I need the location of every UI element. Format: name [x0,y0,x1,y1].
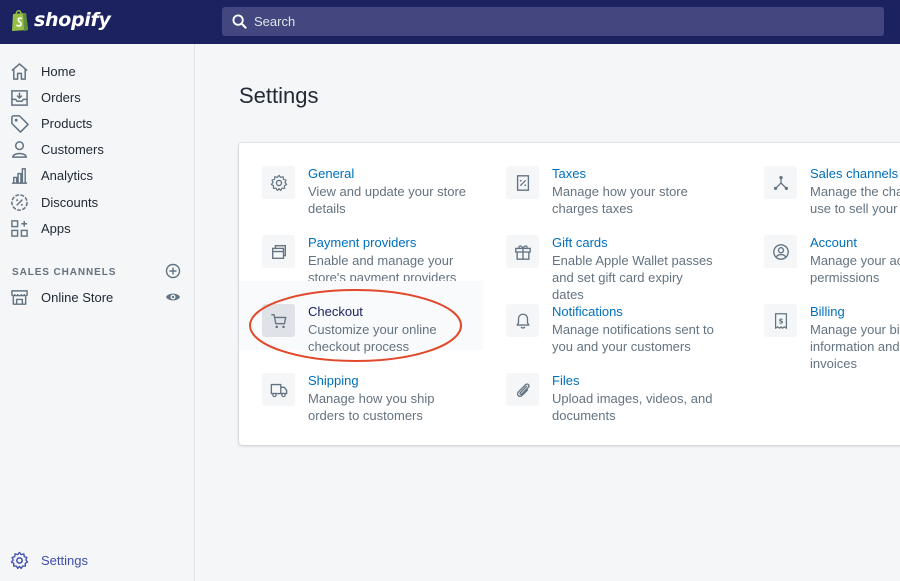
sales-channels-heading: SALES CHANNELS [12,267,117,278]
bell-icon [506,304,539,337]
settings-tile-sales-channels[interactable]: Sales channels Manage the channels you u… [741,143,900,216]
nav-item-settings[interactable]: Settings [0,547,195,573]
nav-item-orders[interactable]: Orders [0,84,195,110]
tile-title: Sales channels [810,166,899,181]
add-circle-icon[interactable] [165,263,181,279]
gear-icon [262,166,295,199]
person-icon [10,140,29,159]
tile-description: Manage your billing information and view… [810,322,900,371]
nav-item-products[interactable]: Products [0,110,195,136]
nav-label-products: Products [41,115,93,131]
nav-item-analytics[interactable]: Analytics [0,162,195,188]
eye-icon[interactable] [165,290,181,304]
svg-text:$: $ [778,316,783,325]
tax-icon [506,166,539,199]
nav-label-customers: Customers [41,141,104,157]
tile-description: Upload images, videos, and documents [552,391,713,423]
brand-name: shopify [34,9,111,31]
cart-icon [262,304,295,337]
settings-tile-payment-providers[interactable]: Payment providers Enable and manage your… [239,212,483,285]
nav-label-orders: Orders [41,89,81,105]
home-icon [10,62,29,81]
billing-icon: $ [764,304,797,337]
settings-tile-files[interactable]: Files Upload images, videos, and documen… [483,350,727,423]
nav-label-settings: Settings [41,552,88,568]
settings-tile-checkout[interactable]: Checkout Customize your online checkout … [239,281,483,354]
store-icon [10,288,29,307]
tile-title: Files [552,373,580,388]
payment-icon [262,235,295,268]
tile-title: Checkout [308,304,363,319]
nav-label-analytics: Analytics [41,167,94,183]
settings-tile-shipping[interactable]: Shipping Manage how you ship orders to c… [239,350,483,423]
tile-title: Notifications [552,304,623,319]
tile-title: Payment providers [308,235,417,250]
tile-title: Account [810,235,857,250]
search-icon [232,14,247,29]
nav-label-discounts: Discounts [41,194,99,210]
settings-tile-gift-cards[interactable]: Gift cards Enable Apple Wallet passes an… [483,212,727,302]
nav-item-customers[interactable]: Customers [0,136,195,162]
nav-item-apps[interactable]: Apps [0,215,195,241]
tile-title: Billing [810,304,845,319]
search-bar[interactable] [222,7,884,36]
truck-icon [262,373,295,406]
settings-tile-general[interactable]: General View and update your store detai… [239,143,483,216]
orders-icon [10,88,29,107]
discount-icon [10,193,29,212]
shopping-bag-icon [12,10,28,31]
gear-icon [10,551,29,570]
top-bar: shopify [0,0,900,44]
tile-title: Shipping [308,373,359,388]
search-input[interactable] [254,14,854,29]
nav-label-home: Home [41,63,76,79]
channels-icon [764,166,797,199]
settings-card: General View and update your store detai… [239,143,900,445]
shopify-logo[interactable]: shopify [10,8,111,32]
gift-icon [506,235,539,268]
nav-item-discounts[interactable]: Discounts [0,189,195,215]
settings-tile-account[interactable]: Account Manage your accounts and permiss… [741,212,900,285]
bar-chart-icon [10,166,29,185]
account-icon [764,235,797,268]
tile-title: Taxes [552,166,586,181]
tile-title: General [308,166,355,181]
settings-tile-billing[interactable]: $ Billing Manage your billing informatio… [741,281,900,371]
paperclip-icon [506,373,539,406]
settings-tile-taxes[interactable]: Taxes Manage how your store charges taxe… [483,143,727,216]
nav-label-apps: Apps [41,220,71,236]
nav-label-online-store: Online Store [41,289,114,305]
settings-tile-notifications[interactable]: Notifications Manage notifications sent … [483,281,727,354]
nav-item-home[interactable]: Home [0,58,195,84]
tile-description: Manage how you ship orders to customers [308,391,435,423]
page-title: Settings [239,83,319,108]
apps-icon [10,219,29,238]
tile-title: Gift cards [552,235,608,250]
sidebar: Home Orders Products Customers Analytics… [0,44,195,581]
tag-icon [10,114,29,133]
